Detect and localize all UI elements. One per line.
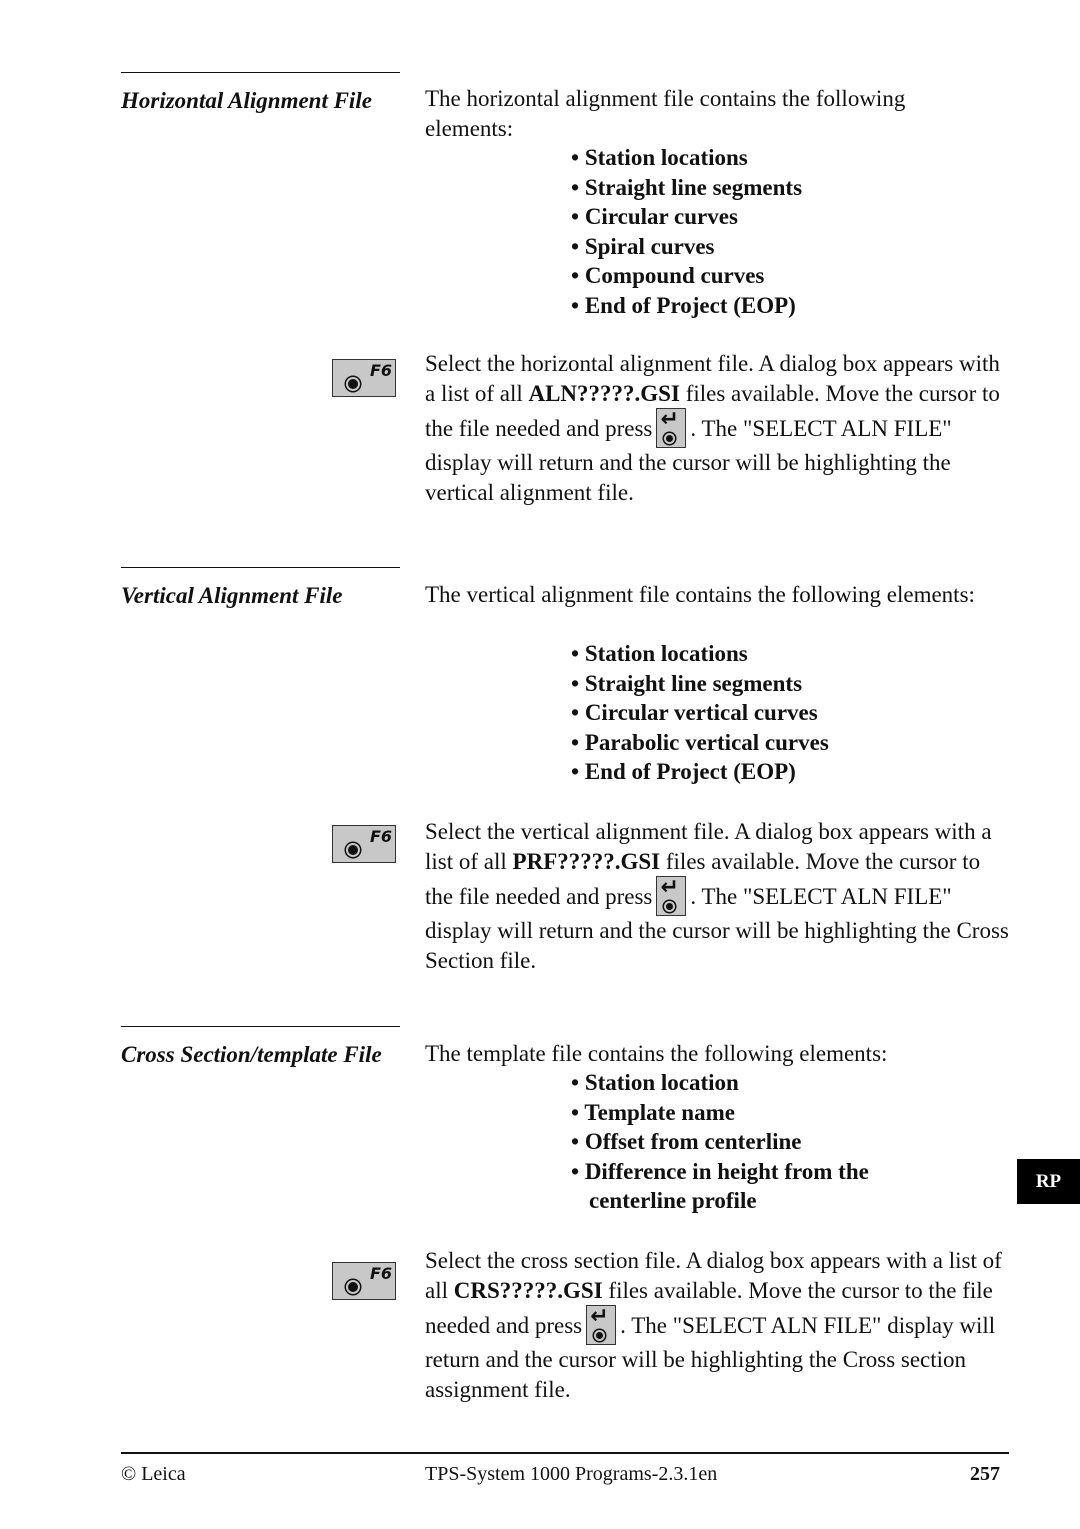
- enter-key-icon: ↵: [586, 1305, 617, 1346]
- section-divider: [121, 1026, 400, 1027]
- list-item: • Offset from centerline: [571, 1129, 802, 1155]
- enter-key-icon: ↵: [656, 408, 687, 449]
- section-title-vertical: Vertical Alignment File: [121, 583, 343, 608]
- instruction-text: Select the cross section file. A dialog …: [425, 1248, 1002, 1402]
- section-intro: The vertical alignment file contains the…: [425, 582, 975, 607]
- page-number: 257: [970, 1463, 1000, 1485]
- list-item: • Template name: [571, 1099, 735, 1125]
- footer-copyright: © Leica: [121, 1463, 186, 1485]
- f6-key-icon: F6: [332, 825, 396, 863]
- list-item: • Station locations: [571, 145, 748, 170]
- list-item: • Station location: [571, 1070, 739, 1095]
- list-item-continuation: centerline profile: [589, 1188, 757, 1214]
- footer-divider: [121, 1452, 1009, 1454]
- section-title-horizontal: Horizontal Alignment File: [121, 88, 372, 113]
- list-item: • Difference in height from the: [571, 1158, 869, 1184]
- list-item: • End of Project (EOP): [571, 759, 796, 785]
- list-item: • Straight line segments: [571, 174, 803, 200]
- list-item: • Circular curves: [571, 204, 738, 230]
- section-divider: [121, 72, 400, 73]
- section-intro: The template file contains the following…: [425, 1041, 888, 1066]
- f6-key-icon: F6: [332, 359, 396, 397]
- list-item: • Parabolic vertical curves: [571, 729, 829, 755]
- chapter-tab: RP: [1017, 1159, 1080, 1204]
- f6-key-icon: F6: [332, 1262, 396, 1300]
- enter-key-icon: ↵: [656, 876, 687, 917]
- instruction-text: Select the vertical alignment file. A di…: [425, 819, 1009, 973]
- list-item: • Compound curves: [571, 263, 765, 289]
- list-item: • Straight line segments: [571, 670, 803, 696]
- instruction-text: Select the horizontal alignment file. A …: [425, 351, 1000, 505]
- element-list: • Station locations • Straight line segm…: [571, 143, 802, 321]
- element-list: • Station locations • Straight line segm…: [571, 639, 829, 787]
- list-item: • Station locations: [571, 641, 748, 666]
- footer-doc-title: TPS-System 1000 Programs-2.3.1en: [425, 1463, 718, 1485]
- section-title-cross-section: Cross Section/template File: [121, 1042, 382, 1067]
- list-item: • Spiral curves: [571, 233, 715, 259]
- list-item: • End of Project (EOP): [571, 292, 796, 318]
- section-intro: The horizontal alignment file contains t…: [425, 86, 906, 141]
- section-divider: [121, 567, 400, 568]
- element-list: • Station location • Template name • Off…: [571, 1068, 869, 1216]
- list-item: • Circular vertical curves: [571, 700, 818, 726]
